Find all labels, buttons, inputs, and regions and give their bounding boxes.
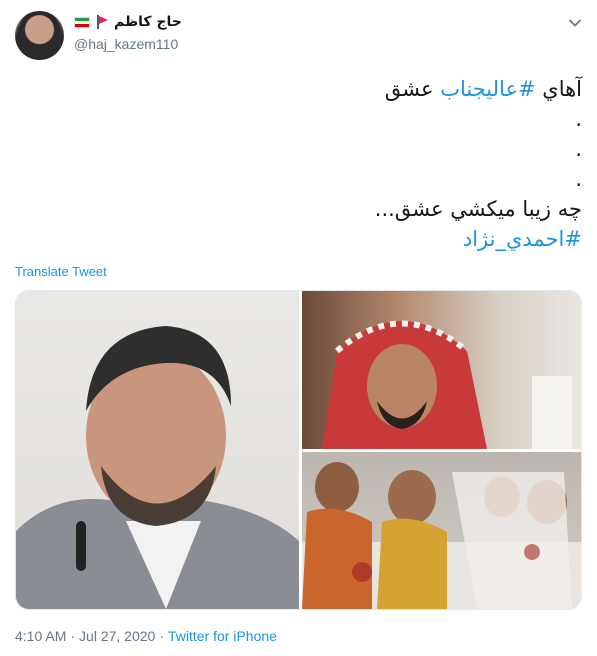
tweet-dot-line: .	[575, 107, 582, 131]
iran-flag-icon	[74, 16, 90, 28]
tweet-dot-line: .	[575, 137, 582, 161]
tweet-time[interactable]: 4:10 AM	[15, 628, 66, 644]
tweet-line-1: آهاي #عاليجناب عشق	[22, 74, 582, 104]
media-grid	[15, 290, 582, 610]
author-name-row: حاج کاظم	[74, 14, 182, 30]
separator-dot: ·	[159, 628, 165, 644]
tweet-text: آهاي #عاليجناب عشق . . . چه زيبا ميكشي ع…	[22, 74, 582, 254]
tweet-text-segment: آهاي	[535, 77, 582, 101]
tweet-source-link[interactable]: Twitter for iPhone	[168, 628, 277, 644]
tweet-card: حاج کاظم @haj_kazem110 آهاي #عاليجناب عش…	[0, 0, 597, 656]
tweet-text-segment: عشق	[384, 77, 441, 101]
media-image-portrait[interactable]	[16, 291, 299, 609]
media-image-keffiyeh[interactable]	[302, 291, 581, 449]
red-pennant-icon	[96, 15, 108, 29]
translate-tweet-link[interactable]: Translate Tweet	[15, 264, 107, 279]
author-avatar[interactable]	[15, 11, 64, 60]
separator-dot: ·	[70, 628, 76, 644]
tweet-metadata: 4:10 AM · Jul 27, 2020 · Twitter for iPhone	[15, 628, 277, 644]
author-handle[interactable]: @haj_kazem110	[74, 36, 178, 52]
hashtag-link[interactable]: #احمدي_نژاد	[463, 227, 582, 251]
tweet-dot-line: .	[575, 167, 582, 191]
tweet-line-2: چه زيبا ميكشي عشق...	[374, 197, 582, 221]
hashtag-link[interactable]: #عاليجناب	[440, 77, 535, 101]
chevron-down-icon[interactable]	[566, 14, 584, 32]
media-image-children[interactable]	[302, 452, 581, 609]
author-display-name[interactable]: حاج کاظم	[114, 14, 182, 30]
tweet-date[interactable]: Jul 27, 2020	[79, 628, 155, 644]
